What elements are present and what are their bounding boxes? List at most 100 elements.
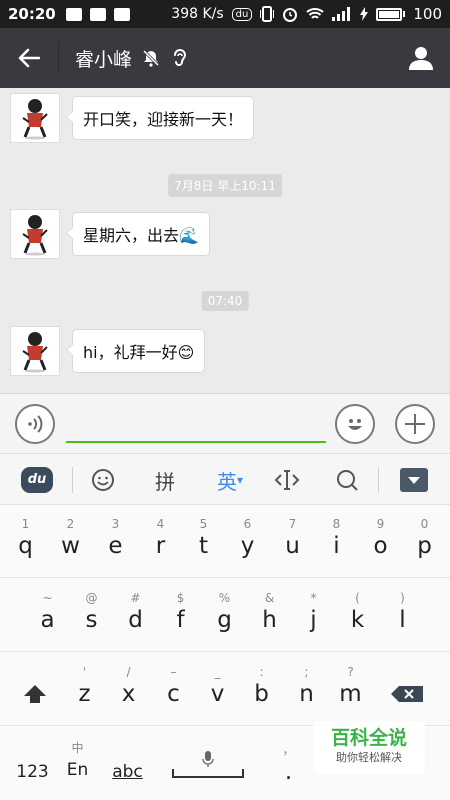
- back-button[interactable]: [0, 28, 58, 88]
- shift-arrow-icon: [23, 685, 46, 703]
- message-notification-icon: [65, 7, 82, 21]
- language-switch-key[interactable]: 中 En: [55, 741, 100, 785]
- voice-icon: [28, 415, 43, 433]
- charging-icon: [360, 7, 369, 21]
- voice-button[interactable]: [15, 404, 55, 444]
- key-t[interactable]: 5t: [181, 517, 226, 561]
- key-m[interactable]: ? m: [328, 665, 373, 709]
- key-k[interactable]: (k: [335, 591, 380, 635]
- key-f[interactable]: $ f: [158, 591, 203, 635]
- key-n[interactable]: ; n: [284, 665, 329, 709]
- key-p[interactable]: 0p: [402, 517, 447, 561]
- key-v[interactable]: _ v: [195, 665, 240, 709]
- abc-mode-key[interactable]: abc: [105, 743, 150, 787]
- plus-icon: [405, 414, 425, 434]
- backspace-key[interactable]: [384, 665, 429, 709]
- input-bar: [0, 393, 450, 453]
- status-bar: 20:20 398 K/s du 100: [0, 0, 450, 28]
- key-e[interactable]: 3e: [93, 517, 138, 561]
- more-button[interactable]: [395, 404, 435, 444]
- battery-level: 100: [413, 5, 442, 23]
- wifi-icon: [306, 8, 325, 19]
- contact-avatar[interactable]: [10, 326, 60, 376]
- key-g[interactable]: % g: [202, 591, 247, 635]
- toolbar-divider: [378, 467, 379, 493]
- key-row-divider: [0, 651, 450, 652]
- profile-icon: [409, 47, 433, 70]
- watermark: 百科全说 助你轻松解决: [313, 722, 425, 774]
- key-x[interactable]: / x: [106, 665, 151, 709]
- key-a[interactable]: ~ a: [25, 591, 70, 635]
- space-bar-icon: [172, 769, 244, 778]
- emoji-button[interactable]: [335, 404, 375, 444]
- key-q[interactable]: 1q: [3, 517, 48, 561]
- ime-logo-button[interactable]: du: [14, 454, 60, 506]
- hide-keyboard-button[interactable]: [394, 454, 434, 506]
- watermark-subtitle: 助你轻松解决: [336, 751, 402, 764]
- app-notification-icon: [113, 7, 130, 21]
- network-speed: 398 K/s: [171, 6, 224, 22]
- key-c[interactable]: – c: [151, 665, 196, 709]
- baidu-logo-icon: du: [21, 467, 53, 493]
- chevron-down-icon: ▾: [236, 473, 244, 487]
- back-arrow-icon: [18, 48, 40, 68]
- key-i[interactable]: 8i: [314, 517, 359, 561]
- english-mode-button[interactable]: 英 ▾: [205, 454, 255, 506]
- search-icon: [337, 470, 358, 491]
- search-button[interactable]: [326, 454, 368, 506]
- ime-toolbar: du 拼 英 ▾: [0, 453, 450, 505]
- status-right-group: 398 K/s du 100: [171, 5, 442, 23]
- shift-key[interactable]: [12, 665, 57, 709]
- chat-timestamp: 7月8日 早上10:11: [168, 174, 282, 197]
- message-input[interactable]: [66, 441, 326, 443]
- chat-message: 星期六，出去🌊: [10, 209, 210, 259]
- chat-area[interactable]: 开口笑，迎接新一天！ 7月8日 早上10:11 星期六，出去🌊 07:40 hi…: [0, 88, 450, 393]
- key-b[interactable]: :b: [239, 665, 284, 709]
- message-bubble[interactable]: 开口笑，迎接新一天！: [65, 96, 255, 140]
- key-j[interactable]: * j: [291, 591, 336, 635]
- chat-message: hi，礼拜一好😊: [10, 326, 206, 376]
- message-bubble[interactable]: 星期六，出去🌊: [66, 212, 210, 256]
- comma-key[interactable]: ，.: [266, 743, 311, 787]
- header-divider: [58, 43, 59, 73]
- contact-avatar[interactable]: [10, 209, 60, 259]
- key-h[interactable]: & h: [247, 591, 292, 635]
- key-o[interactable]: 9o: [358, 517, 403, 561]
- status-time: 20:20: [8, 5, 56, 23]
- screen: 20:20 398 K/s du 100 睿小峰 开口笑，迎接新一天！ 7月8日…: [0, 0, 450, 800]
- backspace-icon: [390, 686, 423, 702]
- microphone-icon: [202, 751, 214, 767]
- space-key[interactable]: [172, 751, 244, 779]
- ime-emoji-button[interactable]: [82, 454, 124, 506]
- smiley-icon: [92, 469, 114, 491]
- image-notification-icon: [89, 7, 106, 21]
- key-d[interactable]: # d: [113, 591, 158, 635]
- chat-timestamp: 07:40: [201, 291, 249, 311]
- key-z[interactable]: ' z: [62, 665, 107, 709]
- key-r[interactable]: 4r: [138, 517, 183, 561]
- battery-icon: [376, 7, 406, 21]
- vibrate-icon: [260, 6, 275, 22]
- pinyin-mode-button[interactable]: 拼: [140, 454, 190, 506]
- key-y[interactable]: 6y: [225, 517, 270, 561]
- baidu-status-icon: du: [231, 7, 253, 21]
- key-l[interactable]: ) l: [380, 591, 425, 635]
- alarm-icon: [283, 8, 298, 22]
- watermark-title: 百科全说: [330, 727, 407, 749]
- key-u[interactable]: 7u: [270, 517, 315, 561]
- cursor-move-icon: [274, 470, 300, 490]
- chat-header: 睿小峰: [0, 28, 450, 88]
- chat-title: 睿小峰: [75, 48, 133, 71]
- chat-info-button[interactable]: [392, 28, 450, 88]
- smiley-icon: [348, 419, 362, 430]
- collapse-keyboard-icon: [400, 468, 428, 492]
- toolbar-divider: [72, 467, 73, 493]
- key-s[interactable]: @ s: [69, 591, 114, 635]
- key-w[interactable]: 2w: [48, 517, 93, 561]
- ear-icon[interactable]: [172, 47, 188, 69]
- message-bubble[interactable]: hi，礼拜一好😊: [65, 329, 206, 373]
- contact-avatar[interactable]: [10, 93, 60, 143]
- number-mode-key[interactable]: 123: [10, 743, 55, 787]
- signal-icon: [332, 7, 351, 21]
- cursor-move-button[interactable]: [266, 454, 308, 506]
